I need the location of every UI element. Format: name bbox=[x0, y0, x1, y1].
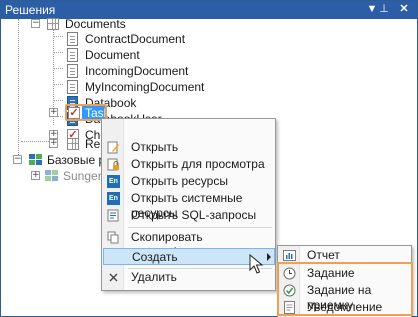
tree-item[interactable]: IncomingDocument bbox=[1, 63, 251, 79]
delete-x-icon bbox=[107, 271, 120, 284]
expand-icon[interactable]: + bbox=[49, 108, 58, 117]
menu-item-open[interactable]: Открыть bbox=[103, 139, 275, 156]
system-resources-icon: En bbox=[107, 192, 120, 205]
menu-item-label: Отчет bbox=[307, 248, 340, 262]
open-edit-icon bbox=[107, 141, 120, 154]
menu-item-label: Открыть bbox=[131, 140, 179, 154]
open-readonly-icon bbox=[107, 158, 120, 171]
package-icon bbox=[29, 154, 43, 166]
document-icon bbox=[67, 64, 78, 78]
collapse-icon[interactable]: − bbox=[13, 155, 22, 164]
menu-item-label: Открыть для просмотра bbox=[131, 157, 265, 171]
document-icon bbox=[67, 80, 78, 94]
menu-item-label: Создать bbox=[132, 250, 178, 264]
tree-node-base-solutions[interactable]: − Базовые реше bbox=[1, 152, 128, 168]
sql-queries-icon bbox=[107, 209, 120, 222]
tree-item-label: MyIncomingDocument bbox=[85, 80, 205, 94]
panel-title: Решения bbox=[5, 3, 56, 17]
tree-item-label: ContractDocument bbox=[85, 32, 186, 46]
submenu-highlight-outline bbox=[277, 262, 413, 316]
tree-item[interactable]: MyIncomingDocument bbox=[1, 79, 251, 95]
submenu-arrow-icon bbox=[267, 253, 271, 261]
resources-icon: En bbox=[107, 175, 120, 188]
tree-node-documents[interactable]: − Documents bbox=[1, 16, 201, 32]
tree-item[interactable]: Document bbox=[1, 47, 251, 63]
menu-item-open-system-resources[interactable]: En Открыть системные ресурсы bbox=[103, 190, 275, 220]
menu-item-open-sql[interactable]: Открыть SQL-запросы bbox=[103, 207, 275, 224]
menu-item-label: Открыть SQL-запросы bbox=[131, 208, 257, 222]
tree-node-sungero[interactable]: + Sungero. bbox=[1, 168, 112, 184]
menu-item-label: Открыть ресурсы bbox=[131, 174, 228, 188]
tree-item[interactable]: ContractDocument bbox=[1, 31, 251, 47]
expand-icon[interactable]: + bbox=[49, 139, 58, 148]
menu-item-open-resources[interactable]: En Открыть ресурсы bbox=[103, 173, 275, 190]
menu-item-copy-id[interactable]: Скопировать идентификатор bbox=[103, 229, 275, 259]
mouse-cursor-icon bbox=[249, 254, 264, 274]
tree-item-label: Document bbox=[85, 48, 140, 62]
tree-item-label: IncomingDocument bbox=[85, 64, 189, 78]
pin-icon[interactable]: ⊥ bbox=[377, 2, 391, 17]
menu-item-label: Удалить bbox=[131, 270, 177, 284]
document-icon bbox=[67, 48, 78, 62]
tree-node-reports[interactable]: + ReportMo bbox=[1, 136, 138, 152]
report-icon bbox=[283, 249, 296, 262]
package-icon bbox=[45, 170, 59, 182]
document-icon bbox=[67, 32, 78, 46]
copy-icon bbox=[107, 231, 120, 244]
menu-separator bbox=[128, 227, 272, 228]
folder-grid-icon bbox=[47, 18, 59, 30]
folder-grid-icon bbox=[67, 138, 79, 150]
close-icon[interactable]: ✕ bbox=[397, 2, 411, 17]
menu-item-open-readonly[interactable]: Открыть для просмотра bbox=[103, 156, 275, 173]
expand-icon[interactable]: + bbox=[31, 171, 40, 180]
collapse-icon[interactable]: − bbox=[31, 19, 40, 28]
tree-node-label: Documents bbox=[65, 17, 126, 31]
